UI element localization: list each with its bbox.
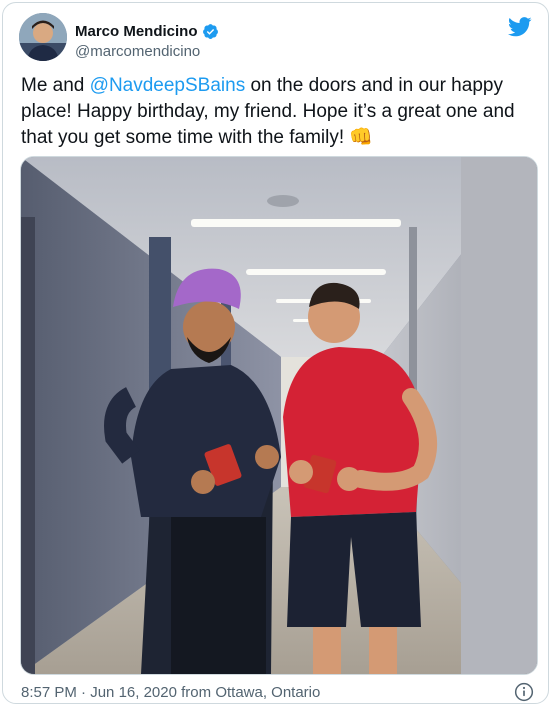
tweet-metadata[interactable]: 8:57 PM · Jun 16, 2020 from Ottawa, Onta…	[21, 684, 320, 701]
tweet-card: Marco Mendicino @marcomendicino Me and @…	[2, 2, 549, 704]
mention-link[interactable]: @NavdeepSBains	[90, 75, 246, 96]
tweet-photo[interactable]	[20, 156, 538, 675]
location-prefix: from	[176, 684, 216, 701]
author-name-row: Marco Mendicino	[75, 21, 219, 41]
tweet-author: Marco Mendicino @marcomendicino	[75, 21, 219, 60]
author-display-name[interactable]: Marco Mendicino	[75, 23, 198, 40]
tweet-date[interactable]: Jun 16, 2020	[90, 684, 177, 701]
hallway-photo	[21, 157, 537, 674]
twitter-bird-icon[interactable]	[508, 17, 532, 37]
info-icon[interactable]	[514, 682, 534, 702]
fist-emoji: 👊	[349, 127, 374, 148]
tweet-text: Me and @NavdeepSBains on the doors and i…	[21, 73, 533, 151]
tweet-time[interactable]: 8:57 PM	[21, 684, 77, 701]
meta-separator: ·	[76, 684, 91, 701]
avatar-photo	[19, 13, 67, 61]
tweet-location[interactable]: Ottawa, Ontario	[215, 684, 320, 701]
author-handle[interactable]: @marcomendicino	[75, 43, 219, 60]
verified-badge-icon	[202, 23, 218, 39]
tweet-text-part: Me and	[21, 75, 90, 96]
avatar[interactable]	[19, 13, 67, 61]
